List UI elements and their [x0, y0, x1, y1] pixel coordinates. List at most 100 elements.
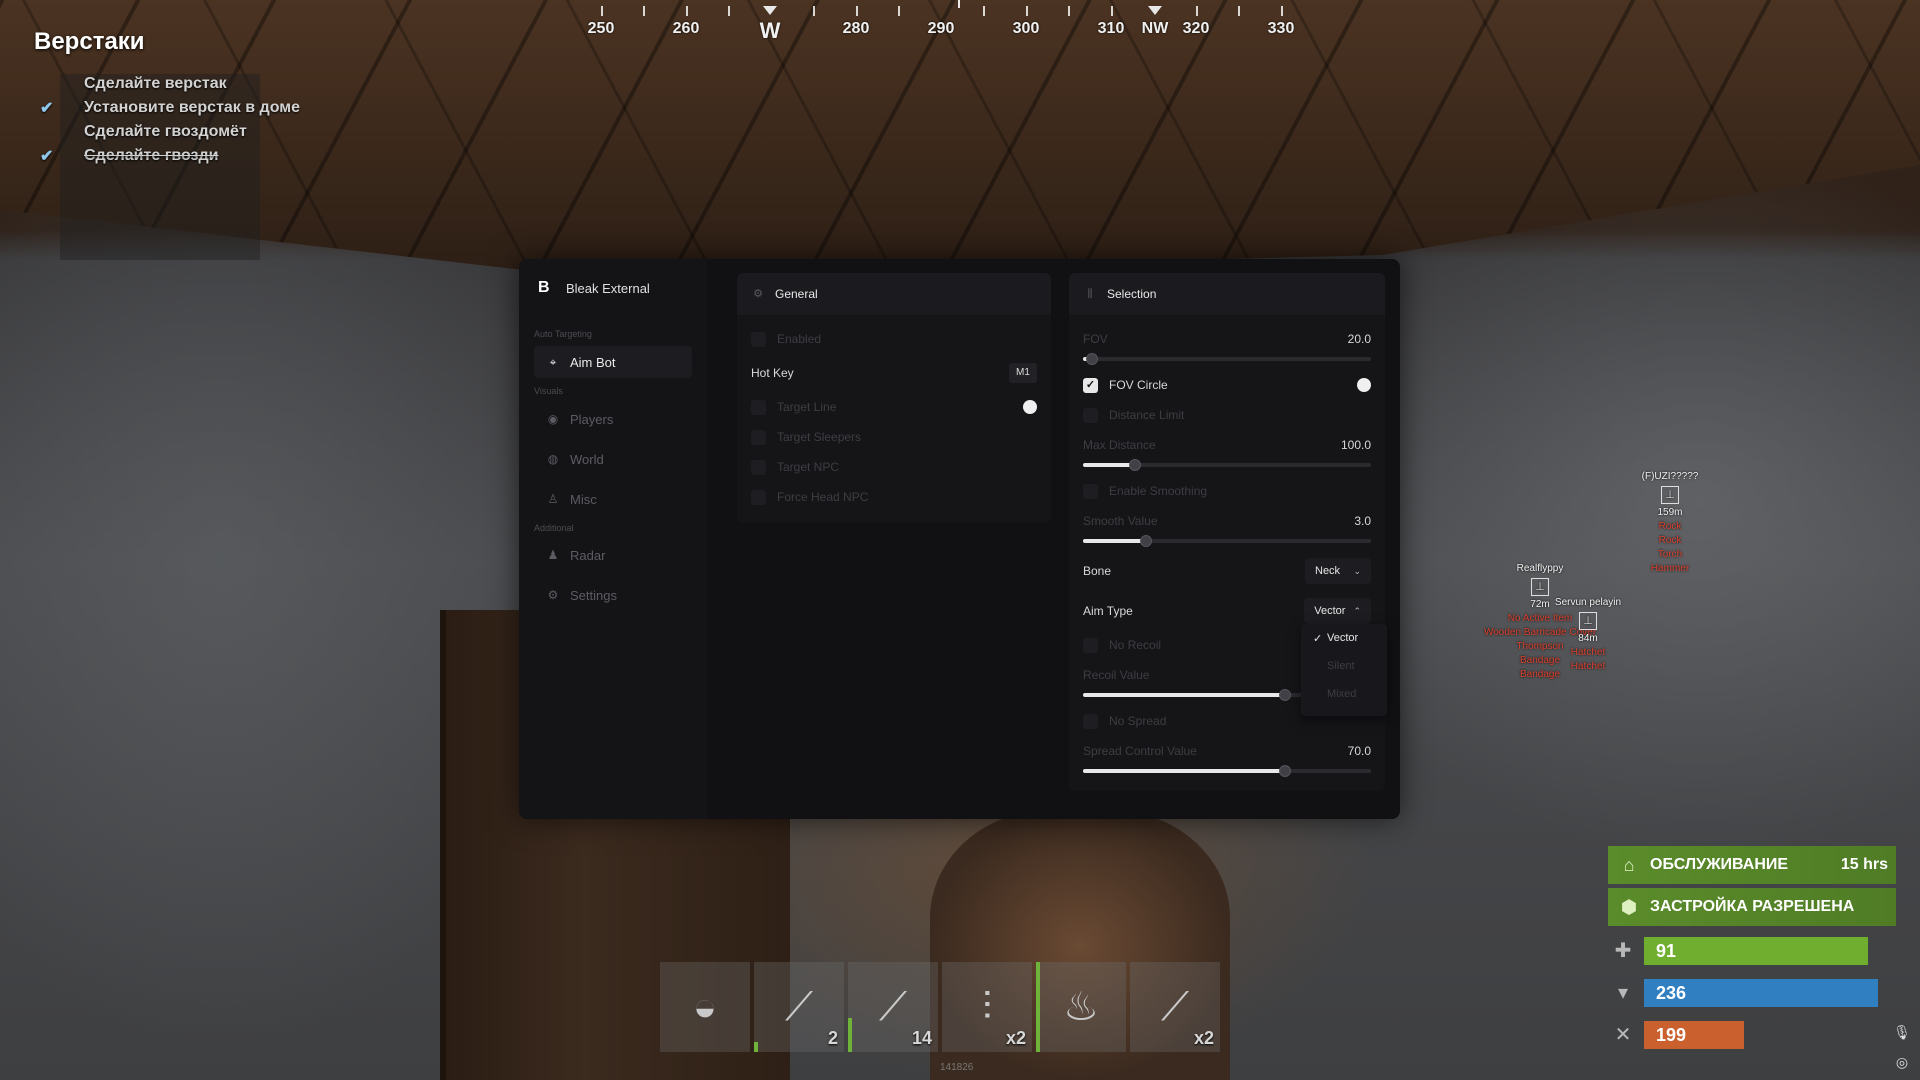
- target-npc-checkbox[interactable]: [751, 459, 766, 475]
- compass-label: 330: [1267, 20, 1295, 37]
- cheat-menu-window: B Bleak External Auto Targeting ⌖ Aim Bo…: [519, 259, 1400, 819]
- hotkey-button[interactable]: M1: [1009, 363, 1037, 383]
- sidebar-item-misc[interactable]: ♙ Misc: [534, 483, 692, 515]
- target-npc-row[interactable]: Target NPC: [751, 457, 1037, 477]
- health-bar: 91: [1644, 937, 1868, 965]
- upkeep-value: 15 hrs: [1840, 856, 1888, 873]
- quest-tracker: Верстаки Сделайте верстак ✔ Установите ве…: [34, 28, 300, 260]
- dropdown-option-silent[interactable]: Silent: [1301, 652, 1387, 680]
- gear-icon: ⚙: [753, 288, 763, 300]
- section-title-auto-targeting: Auto Targeting: [534, 329, 592, 339]
- fov-circle-checkbox[interactable]: ✓: [1083, 377, 1098, 393]
- eye-icon: ◉: [547, 412, 559, 426]
- aim-type-row: Aim Type Vector ⌃: [1083, 598, 1371, 624]
- force-head-npc-row[interactable]: Force Head NPC: [751, 487, 1037, 507]
- sliders-icon: ⫼: [1087, 288, 1093, 300]
- max-distance-slider[interactable]: [1083, 459, 1371, 471]
- hotbar-slot[interactable]: ⟋ x2: [1130, 962, 1220, 1052]
- checkbox-label: Target Line: [777, 400, 837, 414]
- checkbox-label: No Spread: [1109, 714, 1167, 728]
- compass-tick: [601, 6, 603, 16]
- quest-item: ✔ Сделайте гвозди: [40, 144, 320, 168]
- users-icon: ♟: [547, 548, 559, 562]
- esp-player: Servun pelayin ⊥ 84m Hatchet Hatchet: [1548, 596, 1628, 674]
- checkbox-label: Force Head NPC: [777, 490, 869, 504]
- gear-icon: ⚙: [547, 588, 559, 602]
- house-icon: ⌂: [1623, 854, 1635, 875]
- esp-player: (F)UZI????? ⊥ 159m Rock Rock Torch Hamme…: [1620, 470, 1720, 576]
- fov-slider[interactable]: [1083, 353, 1371, 365]
- hotbar-slot[interactable]: ⫶ x2: [942, 962, 1032, 1052]
- color-picker-dot[interactable]: [1357, 378, 1371, 392]
- compass-tick: [856, 6, 858, 16]
- hotbar-slot[interactable]: ◒: [660, 962, 750, 1052]
- compass-label: 300: [1012, 20, 1040, 37]
- enable-smoothing-checkbox[interactable]: [1083, 483, 1098, 499]
- smooth-slider[interactable]: [1083, 535, 1371, 547]
- aim-type-select[interactable]: Vector ⌃: [1304, 598, 1371, 624]
- target-sleepers-row[interactable]: Target Sleepers: [751, 427, 1037, 447]
- compass-tick: [1111, 6, 1113, 16]
- crosshair-icon: ⌖: [549, 355, 557, 369]
- settings-circle-icon[interactable]: ◎: [1892, 1052, 1912, 1072]
- quest-item: Сделайте верстак: [40, 72, 320, 96]
- fov-circle-row[interactable]: ✓ FOV Circle: [1083, 375, 1371, 395]
- slider-thumb[interactable]: [1085, 353, 1098, 365]
- enabled-checkbox[interactable]: [751, 331, 766, 347]
- slider-thumb[interactable]: [1278, 689, 1291, 701]
- hotbar-id-text: 141826: [940, 1062, 974, 1073]
- target-sleepers-checkbox[interactable]: [751, 429, 766, 445]
- check-icon: ✓: [1313, 632, 1323, 645]
- sidebar-item-radar[interactable]: ♟ Radar: [534, 539, 692, 571]
- no-spread-checkbox[interactable]: [1083, 713, 1098, 729]
- spread-slider[interactable]: [1083, 765, 1371, 777]
- no-recoil-checkbox[interactable]: [1083, 637, 1098, 653]
- fork-knife-icon: ✕: [1614, 1024, 1632, 1046]
- color-picker-dot[interactable]: [1023, 400, 1037, 414]
- dropdown-option-mixed[interactable]: Mixed: [1301, 680, 1387, 708]
- target-line-checkbox[interactable]: [751, 399, 766, 415]
- esp-item: Hatchet: [1570, 647, 1606, 658]
- checkbox-label: FOV Circle: [1109, 378, 1168, 392]
- slider-thumb[interactable]: [1128, 459, 1141, 471]
- quest-item: Сделайте гвоздомёт: [40, 120, 320, 144]
- hotbar-slot[interactable]: ⟋ 2: [754, 962, 844, 1052]
- upkeep-status: ⌂ ОБСЛУЖИВАНИЕ 15 hrs: [1608, 846, 1896, 884]
- quest-item-text: Установите верстак в доме: [84, 99, 300, 116]
- dropdown-option-vector[interactable]: ✓ Vector: [1301, 624, 1387, 652]
- checkbox-label: Target Sleepers: [777, 430, 862, 444]
- food-bar: 199: [1644, 1021, 1744, 1049]
- bone-select[interactable]: Neck ⌄: [1305, 558, 1371, 584]
- aim-type-dropdown: ✓ Vector Silent Mixed: [1301, 624, 1387, 716]
- checkbox-label: Distance Limit: [1109, 408, 1185, 422]
- microphone-icon[interactable]: 🎙: [1892, 1022, 1912, 1042]
- distance-limit-checkbox[interactable]: [1083, 407, 1098, 423]
- target-line-row[interactable]: Target Line: [751, 397, 1037, 417]
- quest-title: Верстаки: [34, 28, 145, 55]
- hotkey-label: Hot Key: [751, 366, 794, 380]
- slider-thumb[interactable]: [1140, 535, 1153, 547]
- slot-quantity: x2: [1005, 1028, 1026, 1048]
- building-label: ЗАСТРОЙКА РАЗРЕШЕНА: [1650, 898, 1855, 915]
- enabled-checkbox-row[interactable]: Enabled: [751, 329, 1037, 349]
- esp-item: Rock: [1658, 521, 1682, 532]
- force-head-npc-checkbox[interactable]: [751, 489, 766, 505]
- enable-smoothing-row[interactable]: Enable Smoothing: [1083, 481, 1371, 501]
- max-distance-label: Max Distance: [1083, 438, 1156, 452]
- sidebar-item-aimbot[interactable]: ⌖ Aim Bot: [534, 346, 692, 378]
- checkbox-label: Target NPC: [777, 460, 840, 474]
- card-title: Selection: [1107, 287, 1157, 301]
- hotbar-slot[interactable]: ⟋ 14: [848, 962, 938, 1052]
- sidebar-item-players[interactable]: ◉ Players: [534, 403, 692, 435]
- hotbar-slot[interactable]: ♨: [1036, 962, 1126, 1052]
- distance-limit-row[interactable]: Distance Limit: [1083, 405, 1371, 425]
- slider-thumb[interactable]: [1278, 765, 1291, 777]
- card-title: General: [775, 287, 818, 301]
- sidebar-item-settings[interactable]: ⚙ Settings: [534, 579, 692, 611]
- compass-label: 320: [1182, 20, 1210, 37]
- compass-label: 310: [1097, 20, 1125, 37]
- brand-logo-icon: B: [538, 279, 550, 296]
- sidebar-item-world[interactable]: ◍ World: [534, 443, 692, 475]
- compass-tick: [813, 6, 815, 16]
- torch-icon: ♨: [1063, 985, 1099, 1029]
